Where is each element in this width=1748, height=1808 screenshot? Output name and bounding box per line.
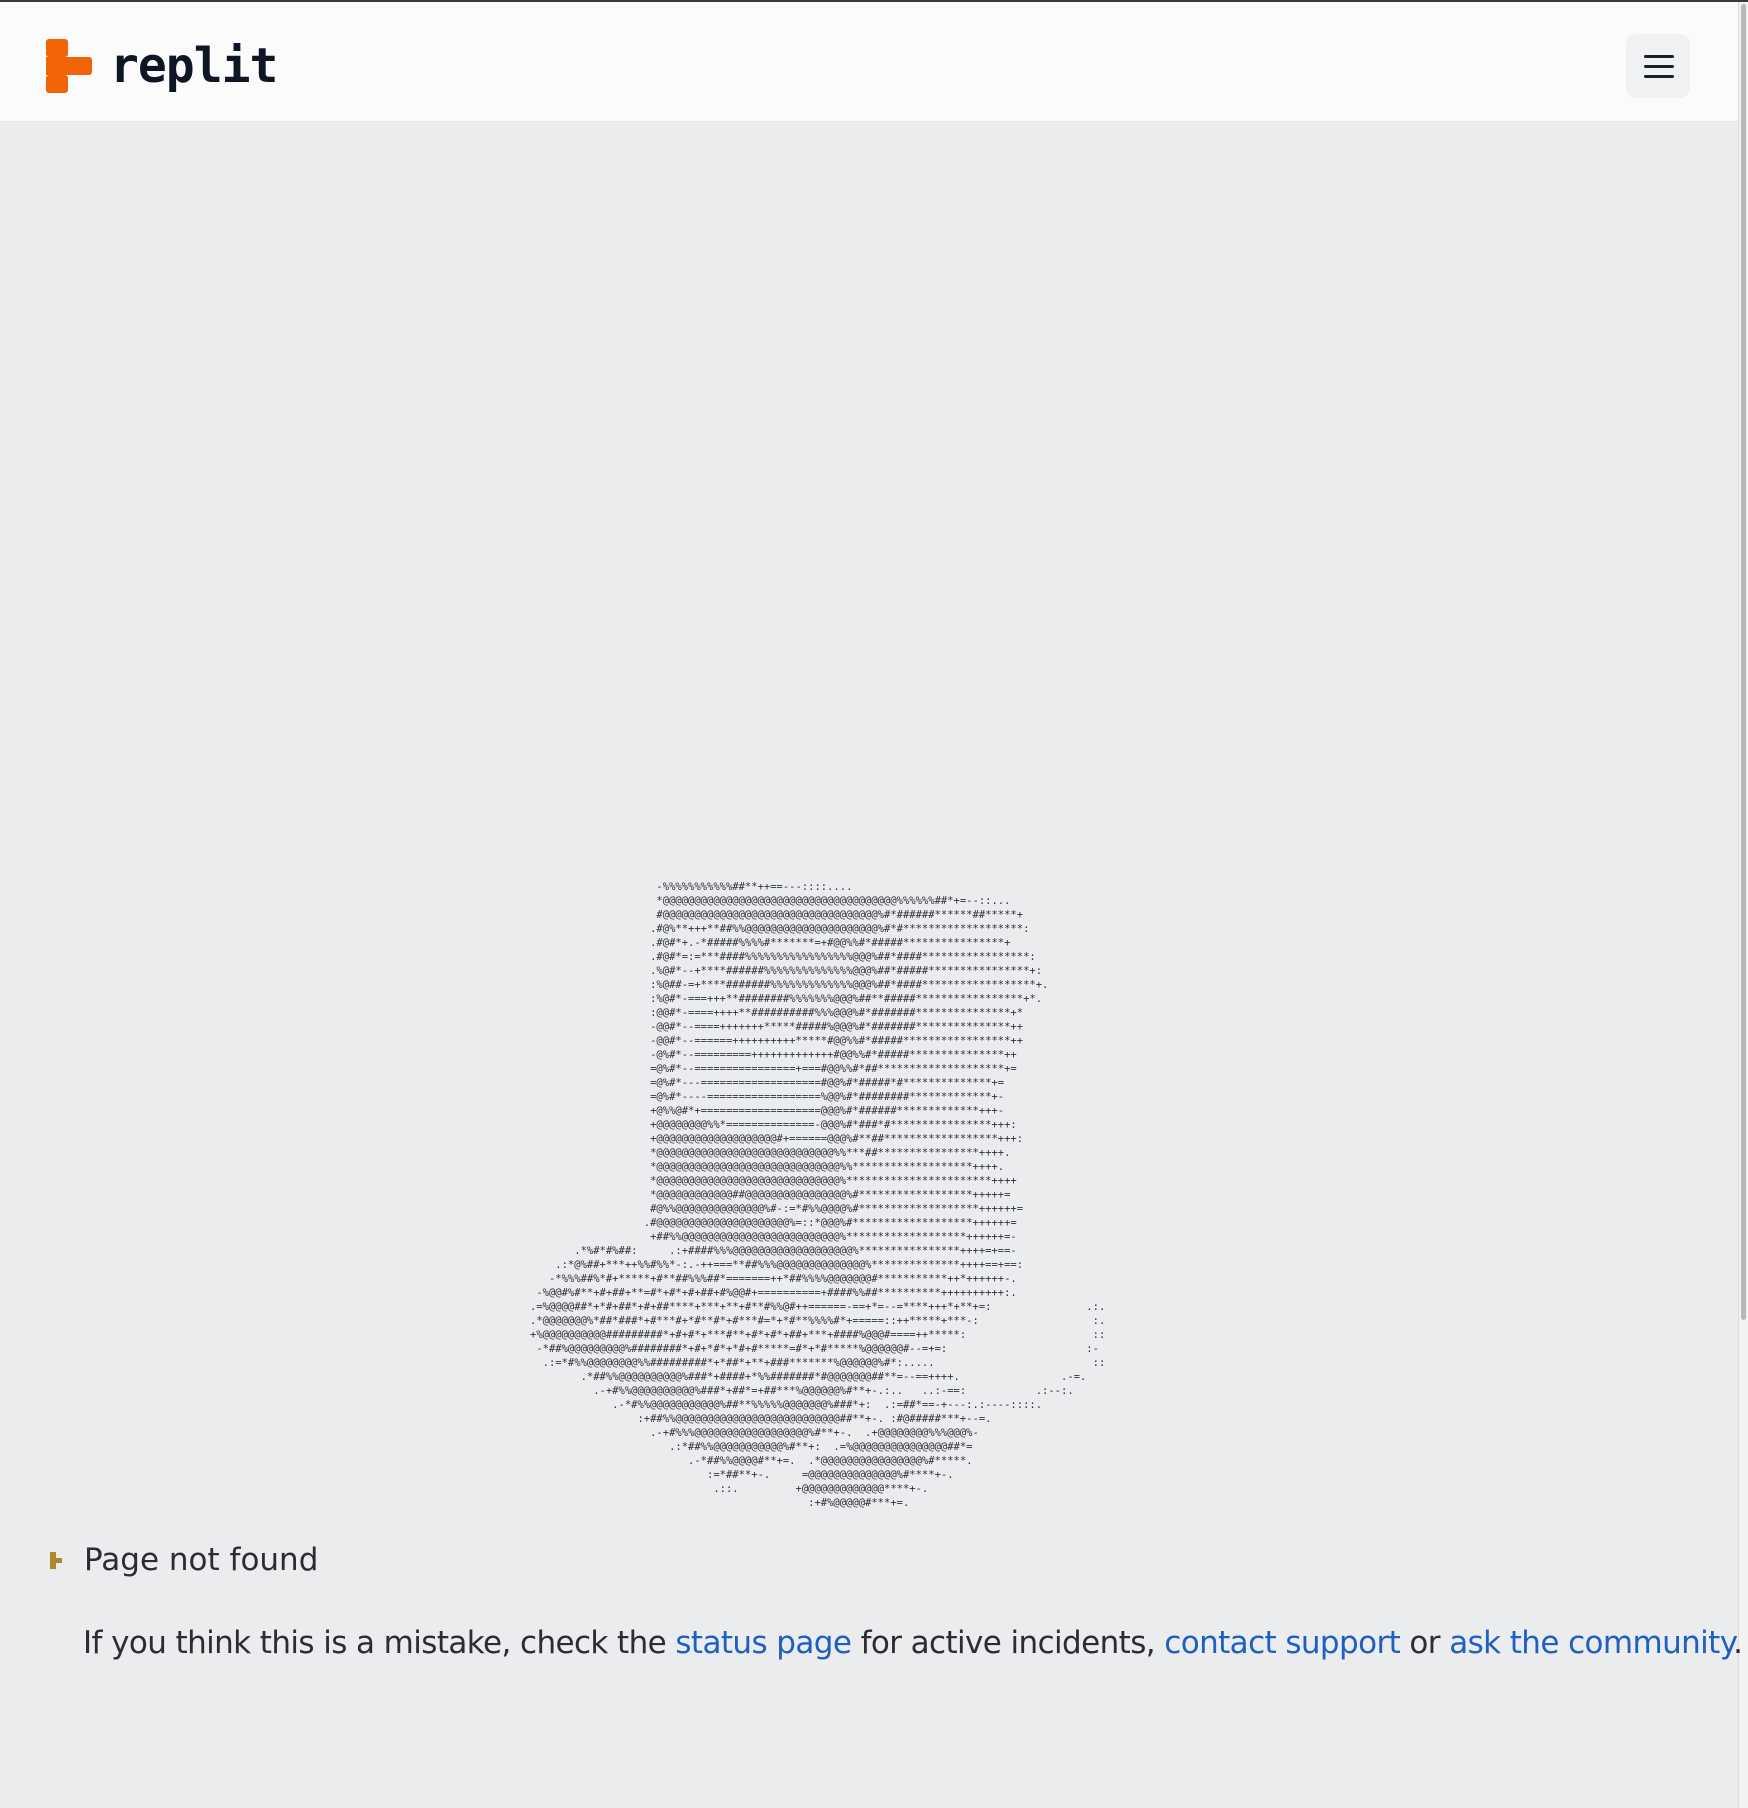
message-suffix: . [1733, 1625, 1743, 1661]
menu-button[interactable] [1626, 34, 1690, 98]
replit-mini-logo-icon [48, 1550, 66, 1570]
error-help-message: If you think this is a mistake, check th… [83, 1625, 1743, 1661]
status-page-link[interactable]: status page [675, 1625, 852, 1661]
ascii-art-container: -%%%%%%%%%%%##**++==---::::.... *@@@@@@@… [530, 880, 1250, 1520]
site-header: replit [0, 2, 1738, 122]
message-middle: for active incidents, [851, 1625, 1165, 1661]
ascii-art-top-hat: -%%%%%%%%%%%##**++==---::::.... *@@@@@@@… [530, 881, 1106, 1509]
hamburger-menu-icon [1644, 55, 1674, 78]
message-prefix: If you think this is a mistake, check th… [83, 1625, 676, 1661]
contact-support-link[interactable]: contact support [1164, 1625, 1400, 1661]
replit-logo-icon [46, 39, 92, 93]
logo-text: replit [110, 38, 278, 94]
page-not-found-heading: Page not found [48, 1535, 318, 1585]
message-or: or [1400, 1625, 1450, 1661]
page-not-found-text: Page not found [84, 1542, 319, 1578]
ask-community-link[interactable]: ask the community [1449, 1625, 1733, 1661]
scrollbar-thumb[interactable] [1741, 4, 1746, 1320]
replit-logo-link[interactable]: replit [46, 38, 278, 94]
